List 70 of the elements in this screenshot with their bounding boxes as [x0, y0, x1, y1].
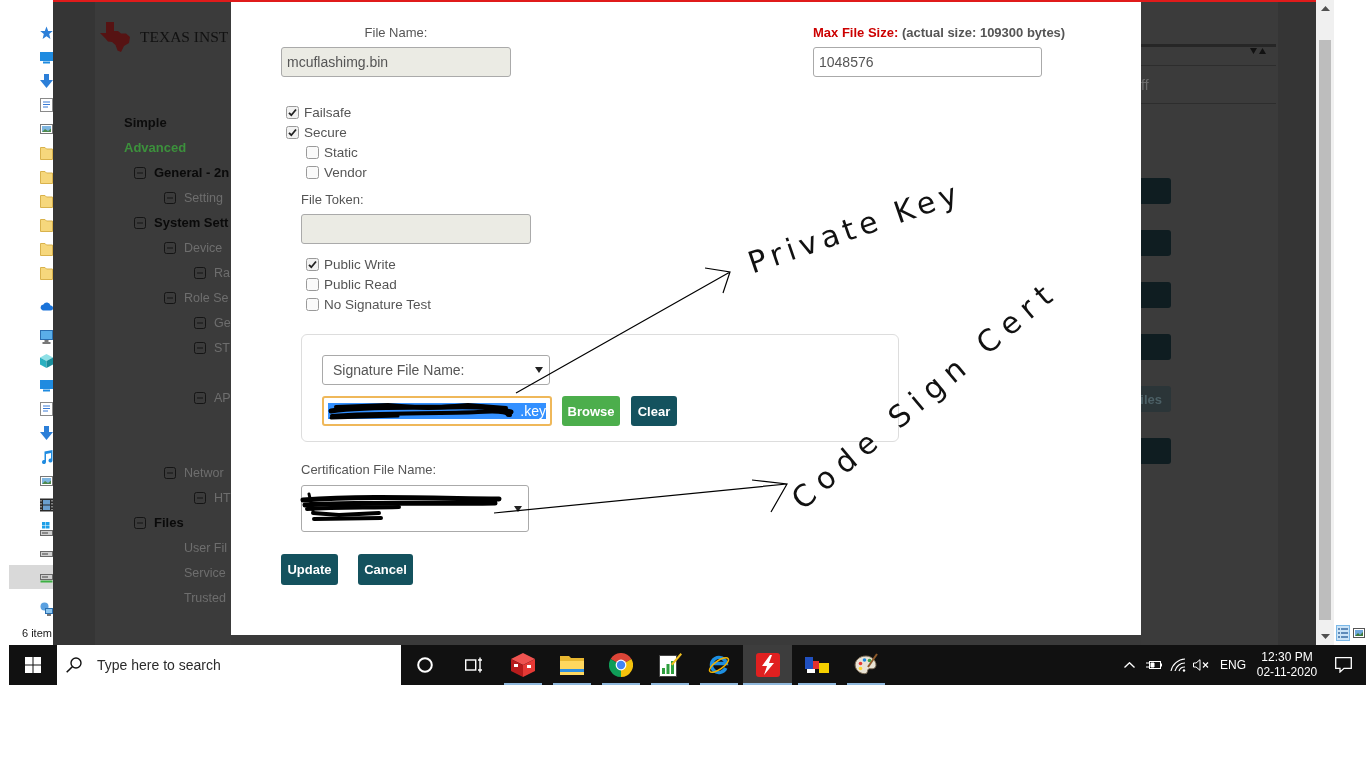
- mode-option[interactable]: Advanced: [124, 135, 187, 160]
- lightning-icon: [755, 653, 780, 677]
- network-icon: [40, 602, 53, 616]
- cube-icon: [40, 354, 53, 368]
- checkbox[interactable]: [306, 297, 319, 311]
- checkbox[interactable]: [306, 277, 319, 291]
- dialog-button[interactable]: Update: [281, 554, 338, 585]
- download-icon: [40, 426, 53, 440]
- checkbox-label: Public Read: [324, 276, 397, 292]
- chart-document-icon: [657, 653, 682, 677]
- checkbox-label: No Signature Test: [324, 296, 432, 312]
- max-file-size-field[interactable]: 1048576: [813, 47, 1042, 77]
- checkbox-label: Static: [324, 144, 358, 160]
- caret-icon: [514, 505, 522, 512]
- battery-icon[interactable]: [1146, 660, 1162, 670]
- checkbox-label: Failsafe: [304, 104, 352, 120]
- scrollbar[interactable]: [1316, 0, 1334, 645]
- clock-time[interactable]: 12:30 PM: [1261, 650, 1313, 665]
- muted-speaker-icon[interactable]: [1193, 659, 1209, 671]
- film-icon: [40, 498, 53, 512]
- item-count: 6 item: [22, 626, 52, 641]
- checkbox-label: Vendor: [324, 164, 367, 180]
- search-bar[interactable]: Type here to search: [57, 645, 401, 685]
- monitor-icon: [40, 378, 53, 392]
- language-indicator[interactable]: ENG: [1220, 658, 1246, 672]
- download-icon: [40, 74, 53, 88]
- monitor-icon: [40, 330, 53, 344]
- panel-button[interactable]: Browse: [562, 396, 620, 426]
- checkbox[interactable]: [306, 257, 319, 271]
- field-label: File Token:: [301, 192, 364, 208]
- tricolor-circle-icon: [608, 653, 633, 677]
- logo-icon: [100, 22, 130, 52]
- star-icon: [40, 26, 53, 40]
- wifi-icon[interactable]: [1170, 658, 1186, 672]
- checkbox[interactable]: [286, 125, 299, 139]
- checkbox-label: Public Write: [324, 256, 396, 272]
- checkbox-label: Secure: [304, 124, 347, 140]
- scroll-up-icon[interactable]: [1320, 6, 1330, 11]
- scrollbar-thumb[interactable]: [1319, 40, 1331, 620]
- drive-icon: [40, 522, 53, 536]
- search-field[interactable]: Type here to search: [97, 654, 401, 676]
- clock-date[interactable]: 02-11-2020: [1256, 665, 1318, 680]
- taskbar-app[interactable]: [743, 645, 792, 685]
- monitor-icon: [40, 50, 53, 64]
- chevron-up-icon[interactable]: [1124, 662, 1136, 668]
- signature-file-select[interactable]: Signature File Name:: [322, 355, 550, 385]
- dialog-button[interactable]: Cancel: [358, 554, 413, 585]
- checkbox[interactable]: [306, 145, 319, 159]
- folder-icon: [559, 653, 584, 677]
- panel-button[interactable]: Clear: [631, 396, 677, 426]
- palette-icon: [853, 653, 878, 677]
- e-logo-icon: [706, 653, 731, 677]
- details-view-icon: [1338, 628, 1348, 638]
- task-view-icon: [464, 657, 483, 673]
- max-file-size-label: Max File Size: (actual size: 109300 bytes): [813, 25, 1066, 41]
- windows-logo-icon: [25, 657, 41, 673]
- search-icon: [66, 657, 82, 673]
- scroll-down-icon[interactable]: [1320, 634, 1330, 639]
- caret-icon: [535, 367, 543, 373]
- circle-icon: [417, 657, 433, 673]
- checkbox[interactable]: [286, 105, 299, 119]
- view-button[interactable]: [1352, 625, 1366, 641]
- cube-icon: [510, 653, 535, 677]
- checkbox[interactable]: [306, 165, 319, 179]
- field-label: Certification File Name:: [301, 462, 437, 478]
- key-file-field[interactable]: .key: [322, 396, 552, 426]
- music-note-icon: [40, 450, 53, 464]
- notification-icon: [1334, 657, 1352, 673]
- certification-file-select[interactable]: [301, 485, 529, 532]
- field-label: File Name:: [364, 25, 428, 41]
